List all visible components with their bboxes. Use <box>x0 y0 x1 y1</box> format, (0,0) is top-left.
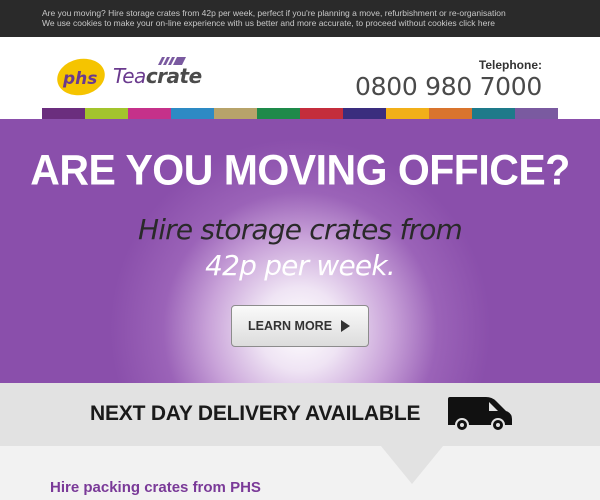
content-section: Hire packing crates from PHS <box>0 446 600 500</box>
section-heading: Hire packing crates from PHS <box>50 479 261 496</box>
site-header: phs Teacrate Telephone: 0800 980 7000 <box>0 37 600 108</box>
color-segment <box>386 108 429 119</box>
play-arrow-icon <box>341 320 350 332</box>
announcement-bar: Are you moving? Hire storage crates from… <box>0 0 600 37</box>
teacrate-wordmark: Teacrate <box>113 64 202 88</box>
color-segment <box>429 108 472 119</box>
hero-subtitle-line2: 42p per week. <box>205 249 396 282</box>
cookie-notice[interactable]: We use cookies to make your on-line expe… <box>42 18 600 28</box>
delivery-van-icon <box>448 397 512 432</box>
announcement-text: Are you moving? Hire storage crates from… <box>42 8 506 18</box>
section-pointer <box>381 446 443 484</box>
color-segment <box>128 108 171 119</box>
color-segment <box>85 108 128 119</box>
svg-text:phs: phs <box>62 69 97 89</box>
color-segment <box>472 108 515 119</box>
delivery-text: NEXT DAY DELIVERY AVAILABLE <box>90 402 421 425</box>
telephone-number[interactable]: 0800 980 7000 <box>355 72 542 101</box>
phs-logo-icon: phs <box>57 58 105 96</box>
brand-color-bar <box>42 108 558 119</box>
hero-subtitle-line1: Hire storage crates from <box>137 213 463 246</box>
hero-title: ARE YOU MOVING OFFICE? <box>30 145 570 195</box>
delivery-banner: NEXT DAY DELIVERY AVAILABLE <box>0 383 600 446</box>
learn-more-button[interactable]: LEARN MORE <box>231 305 369 347</box>
color-segment <box>515 108 558 119</box>
color-segment <box>214 108 257 119</box>
color-segment <box>257 108 300 119</box>
hero-banner: ARE YOU MOVING OFFICE? Hire storage crat… <box>0 119 600 383</box>
phs-teacrate-logo[interactable]: phs Teacrate <box>56 57 202 97</box>
telephone-label: Telephone: <box>478 58 542 72</box>
color-segment <box>300 108 343 119</box>
color-segment <box>343 108 386 119</box>
color-segment <box>42 108 85 119</box>
color-segment <box>171 108 214 119</box>
learn-more-label: LEARN MORE <box>248 319 333 333</box>
